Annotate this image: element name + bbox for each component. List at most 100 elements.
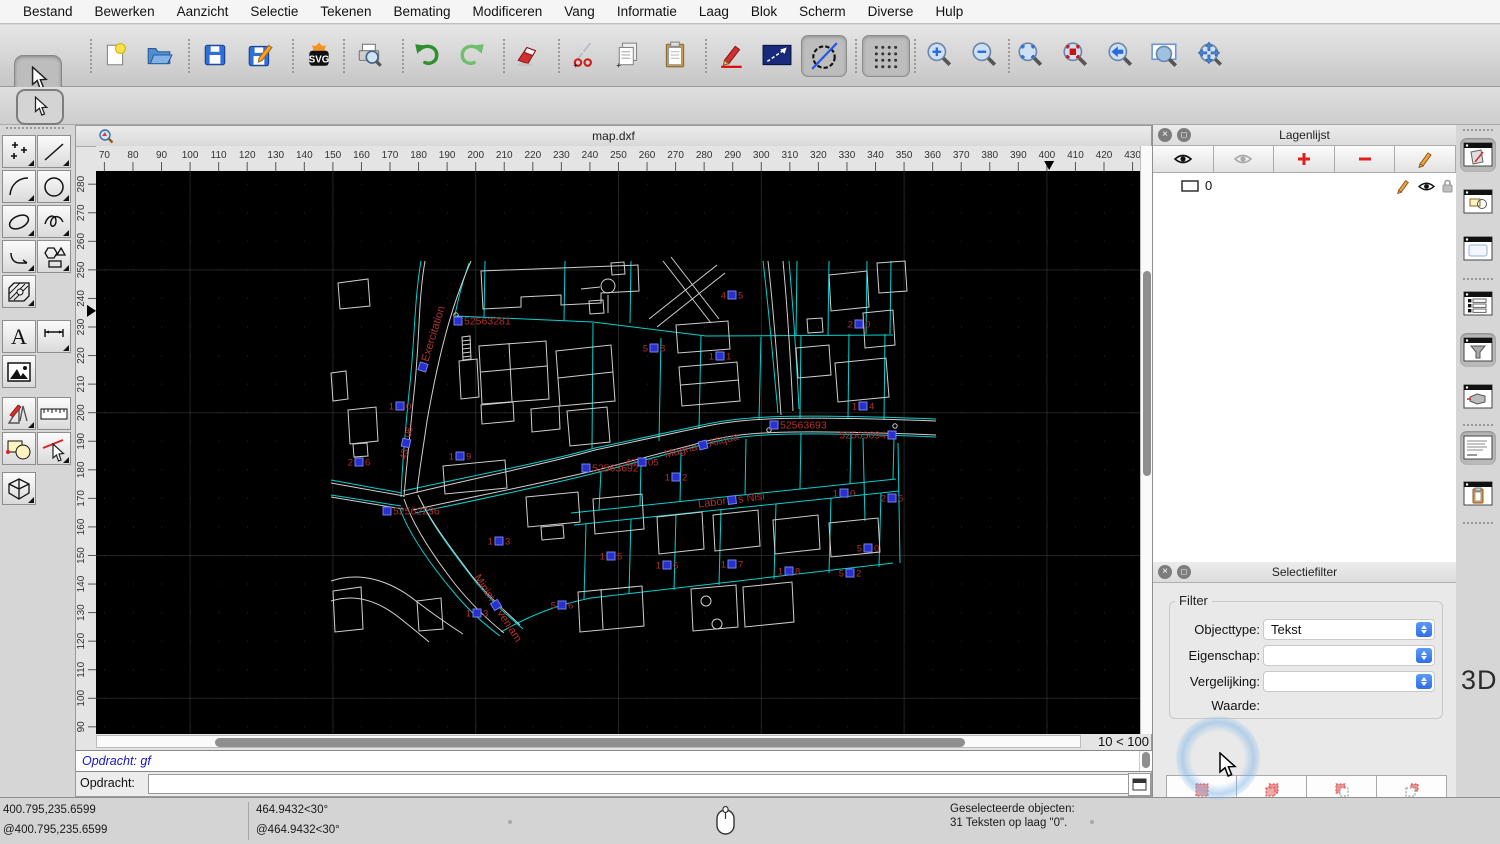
building-outline[interactable] bbox=[404, 261, 425, 497]
menu-bestand[interactable]: Bestand bbox=[12, 4, 84, 19]
selection-arrow-button[interactable] bbox=[16, 89, 64, 125]
building-outline[interactable] bbox=[531, 406, 560, 432]
scrollbar-thumb[interactable] bbox=[1142, 752, 1150, 768]
parcel-line[interactable] bbox=[863, 438, 865, 521]
building-outline[interactable] bbox=[773, 515, 820, 554]
ellipse-tool[interactable] bbox=[2, 205, 36, 238]
building-outline[interactable] bbox=[601, 589, 603, 629]
building-outline[interactable] bbox=[681, 380, 739, 385]
scrollbar-thumb[interactable] bbox=[1143, 271, 1151, 476]
building-outline[interactable] bbox=[331, 371, 348, 401]
redo-button[interactable] bbox=[455, 38, 489, 72]
building-outline[interactable] bbox=[558, 372, 613, 378]
command-panel-button[interactable] bbox=[1460, 431, 1496, 465]
zoom-in-button[interactable] bbox=[922, 38, 956, 72]
parcel-line[interactable] bbox=[848, 334, 849, 419]
map-text-label[interactable]: 20 bbox=[848, 320, 871, 331]
pencil-icon[interactable] bbox=[1395, 178, 1411, 194]
selection-filter-panel-button[interactable] bbox=[1460, 333, 1496, 367]
map-text-label[interactable]: 26 bbox=[881, 494, 904, 505]
menu-bewerken[interactable]: Bewerken bbox=[84, 4, 166, 19]
building-outline[interactable] bbox=[657, 512, 704, 554]
parcel-line[interactable] bbox=[584, 524, 586, 599]
parcel-line[interactable] bbox=[800, 433, 801, 489]
map-text-label[interactable]: 45 bbox=[721, 291, 744, 302]
command-window-button[interactable] bbox=[1128, 773, 1151, 796]
building-outline[interactable] bbox=[338, 279, 370, 309]
menu-vang[interactable]: Vang bbox=[553, 4, 606, 19]
building-outline[interactable] bbox=[481, 366, 547, 372]
building-outline[interactable] bbox=[589, 300, 604, 314]
eigenschap-select[interactable] bbox=[1263, 645, 1435, 666]
parcel-line[interactable] bbox=[401, 261, 421, 497]
parcel-line[interactable] bbox=[796, 261, 797, 335]
menu-scherm[interactable]: Scherm bbox=[788, 4, 857, 19]
map-text-label[interactable]: MagnaAliqua bbox=[663, 431, 741, 461]
measure-tool[interactable] bbox=[37, 397, 71, 430]
save-as-button[interactable] bbox=[243, 38, 277, 72]
map-text-label[interactable]: 17 bbox=[721, 560, 744, 571]
trim-tool[interactable] bbox=[37, 432, 71, 465]
strip-handle[interactable] bbox=[1463, 129, 1493, 131]
menu-laag[interactable]: Laag bbox=[688, 4, 740, 19]
map-text-label[interactable]: 14 bbox=[852, 402, 875, 413]
menu-modificeren[interactable]: Modificeren bbox=[462, 4, 554, 19]
palette-handle[interactable] bbox=[6, 127, 64, 132]
building-outline[interactable] bbox=[743, 582, 794, 627]
parcel-line[interactable] bbox=[893, 437, 894, 479]
building-outline[interactable] bbox=[509, 343, 512, 401]
detach-icon[interactable]: ◻ bbox=[1177, 128, 1191, 142]
parcel-line[interactable] bbox=[890, 261, 891, 334]
svg-export-button[interactable]: SVG bbox=[302, 38, 336, 72]
parcel-line[interactable] bbox=[745, 439, 746, 495]
building-outline[interactable] bbox=[331, 483, 404, 496]
library-panel-button[interactable] bbox=[1460, 232, 1496, 266]
building-outline[interactable] bbox=[417, 598, 443, 631]
map-text-label[interactable]: 52563692 bbox=[582, 463, 639, 475]
circle-tool[interactable] bbox=[37, 170, 71, 203]
map-text-label[interactable]: 16 bbox=[656, 561, 679, 572]
map-text-label[interactable]: 56 bbox=[551, 601, 574, 612]
map-text-label[interactable]: 19 bbox=[449, 452, 472, 463]
canvas-horizontal-scrollbar[interactable] bbox=[96, 735, 1081, 748]
parcel-line[interactable] bbox=[719, 510, 721, 585]
lock-icon[interactable] bbox=[1441, 178, 1454, 194]
map-text-label[interactable]: 26 bbox=[348, 458, 371, 469]
add-layer-button[interactable] bbox=[1274, 146, 1335, 172]
map-text-label[interactable]: 18 bbox=[778, 567, 801, 578]
detach-icon[interactable]: ◻ bbox=[1177, 565, 1191, 579]
building-outline[interactable] bbox=[333, 587, 363, 632]
print-preview-button[interactable] bbox=[353, 38, 387, 72]
scrollbar-thumb[interactable] bbox=[215, 738, 965, 747]
clipboard-panel-button[interactable] bbox=[1460, 477, 1496, 511]
dimension-tool[interactable] bbox=[37, 320, 71, 353]
hide-all-layers-button[interactable] bbox=[1214, 146, 1275, 172]
map-circle[interactable] bbox=[712, 619, 722, 629]
inspector-panel-button[interactable] bbox=[1460, 380, 1496, 414]
drawing-canvas[interactable]: 4520581110142619430512102613151617185250… bbox=[96, 171, 1140, 734]
undo-button[interactable] bbox=[410, 38, 444, 72]
building-outline[interactable] bbox=[526, 492, 580, 527]
parcel-line[interactable] bbox=[828, 261, 829, 335]
image-tool[interactable] bbox=[2, 355, 36, 388]
layer-list-panel-button[interactable] bbox=[1460, 287, 1496, 321]
map-circle[interactable] bbox=[893, 424, 897, 428]
blocks-panel-button[interactable] bbox=[1460, 185, 1496, 219]
circle-slash-button[interactable] bbox=[801, 35, 847, 77]
cut-button[interactable]: + bbox=[568, 38, 602, 72]
map-text-label[interactable]: 11 bbox=[709, 352, 732, 363]
new-file-button[interactable] bbox=[98, 38, 132, 72]
map-text-label[interactable]: 10 bbox=[833, 489, 856, 500]
modify-tool[interactable] bbox=[2, 432, 36, 465]
arc-tool[interactable] bbox=[2, 170, 36, 203]
map-text-label[interactable]: 52563693 bbox=[770, 420, 827, 432]
map-text-label[interactable]: 15 bbox=[600, 552, 623, 563]
hatch-tool[interactable] bbox=[2, 275, 36, 308]
zoom-extents-button[interactable] bbox=[1013, 38, 1047, 72]
zoom-window-button[interactable] bbox=[1148, 38, 1182, 72]
grid-toggle-button[interactable] bbox=[862, 35, 910, 77]
building-outline[interactable] bbox=[353, 443, 368, 457]
remove-layer-button[interactable] bbox=[1335, 146, 1396, 172]
command-input[interactable] bbox=[148, 774, 1132, 794]
open-file-button[interactable] bbox=[142, 38, 176, 72]
